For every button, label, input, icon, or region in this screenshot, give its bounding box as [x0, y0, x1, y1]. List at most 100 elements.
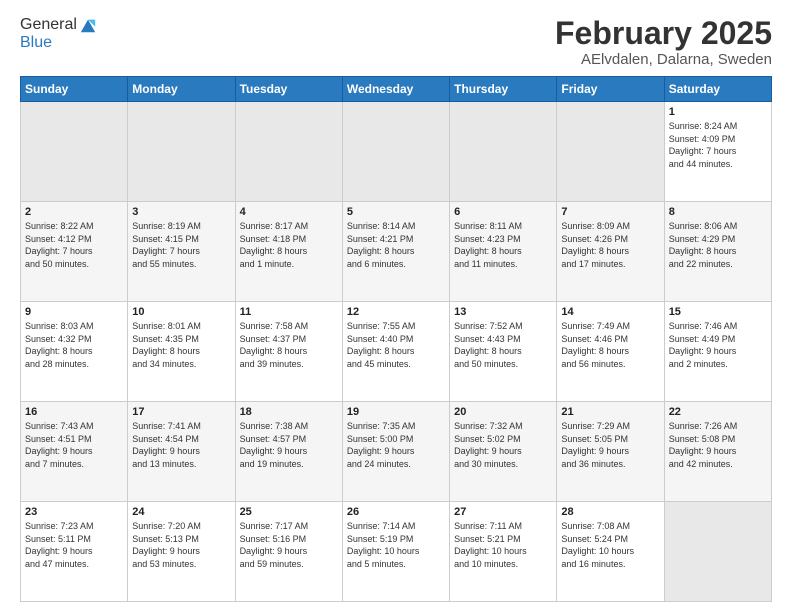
table-row: 28Sunrise: 7:08 AMSunset: 5:24 PMDayligh…	[557, 502, 664, 602]
header-wednesday: Wednesday	[342, 77, 449, 102]
day-info: Sunrise: 7:46 AMSunset: 4:49 PMDaylight:…	[669, 320, 767, 370]
day-number: 20	[454, 406, 552, 418]
day-number: 18	[240, 406, 338, 418]
day-info: Sunrise: 7:08 AMSunset: 5:24 PMDaylight:…	[561, 520, 659, 570]
table-row: 22 Sunrise: 7:26 AMSunset: 5:08 PMDayligh…	[664, 402, 771, 502]
day-number: 1	[669, 106, 767, 118]
day-number: 16	[25, 406, 123, 418]
day-number: 27	[454, 506, 552, 518]
table-row: 23Sunrise: 7:23 AMSunset: 5:11 PMDayligh…	[21, 502, 128, 602]
table-row	[235, 102, 342, 202]
day-number: 26	[347, 506, 445, 518]
title-block: February 2025 AElvdalen, Dalarna, Sweden	[555, 16, 772, 68]
day-info: Sunrise: 8:17 AMSunset: 4:18 PMDaylight:…	[240, 220, 338, 270]
calendar-table: Sunday Monday Tuesday Wednesday Thursday…	[20, 76, 772, 602]
day-info: Sunrise: 7:26 AMSunset: 5:08 PMDaylight:…	[669, 420, 767, 470]
day-number: 15	[669, 306, 767, 318]
table-row: 14 Sunrise: 7:49 AMSunset: 4:46 PMDayligh…	[557, 302, 664, 402]
day-info: Sunrise: 7:14 AMSunset: 5:19 PMDaylight:…	[347, 520, 445, 570]
logo-blue-text: Blue	[20, 34, 97, 52]
table-row: 7Sunrise: 8:09 AMSunset: 4:26 PMDaylight…	[557, 202, 664, 302]
table-row	[557, 102, 664, 202]
day-number: 11	[240, 306, 338, 318]
calendar-header-row: Sunday Monday Tuesday Wednesday Thursday…	[21, 77, 772, 102]
day-info: Sunrise: 8:11 AMSunset: 4:23 PMDaylight:…	[454, 220, 552, 270]
table-row: 24 Sunrise: 7:20 AMSunset: 5:13 PMDayligh…	[128, 502, 235, 602]
table-row: 5 Sunrise: 8:14 AMSunset: 4:21 PMDaylight…	[342, 202, 449, 302]
logo-icon	[79, 16, 97, 34]
day-info: Sunrise: 7:49 AMSunset: 4:46 PMDaylight:…	[561, 320, 659, 370]
day-number: 14	[561, 306, 659, 318]
table-row	[21, 102, 128, 202]
day-info: Sunrise: 8:01 AMSunset: 4:35 PMDaylight:…	[132, 320, 230, 370]
table-row	[664, 502, 771, 602]
day-number: 17	[132, 406, 230, 418]
day-number: 8	[669, 206, 767, 218]
table-row: 6 Sunrise: 8:11 AMSunset: 4:23 PMDaylight…	[450, 202, 557, 302]
header-sunday: Sunday	[21, 77, 128, 102]
table-row: 17 Sunrise: 7:41 AMSunset: 4:54 PMDayligh…	[128, 402, 235, 502]
day-info: Sunrise: 7:29 AMSunset: 5:05 PMDaylight:…	[561, 420, 659, 470]
day-info: Sunrise: 7:41 AMSunset: 4:54 PMDaylight:…	[132, 420, 230, 470]
table-row: 11 Sunrise: 7:58 AMSunset: 4:37 PMDayligh…	[235, 302, 342, 402]
day-info: Sunrise: 7:32 AMSunset: 5:02 PMDaylight:…	[454, 420, 552, 470]
table-row: 8Sunrise: 8:06 AMSunset: 4:29 PMDaylight…	[664, 202, 771, 302]
table-row: 19 Sunrise: 7:35 AMSunset: 5:00 PMDayligh…	[342, 402, 449, 502]
table-row: 12Sunrise: 7:55 AMSunset: 4:40 PMDayligh…	[342, 302, 449, 402]
header-monday: Monday	[128, 77, 235, 102]
header-saturday: Saturday	[664, 77, 771, 102]
day-info: Sunrise: 7:20 AMSunset: 5:13 PMDaylight:…	[132, 520, 230, 570]
day-number: 10	[132, 306, 230, 318]
calendar-subtitle: AElvdalen, Dalarna, Sweden	[555, 51, 772, 68]
table-row: 15 Sunrise: 7:46 AMSunset: 4:49 PMDayligh…	[664, 302, 771, 402]
day-info: Sunrise: 7:35 AMSunset: 5:00 PMDaylight:…	[347, 420, 445, 470]
table-row: 1 Sunrise: 8:24 AMSunset: 4:09 PMDaylight…	[664, 102, 771, 202]
logo-general-text: General	[20, 16, 77, 34]
day-info: Sunrise: 7:43 AMSunset: 4:51 PMDaylight:…	[25, 420, 123, 470]
table-row: 3Sunrise: 8:19 AMSunset: 4:15 PMDaylight…	[128, 202, 235, 302]
day-number: 5	[347, 206, 445, 218]
header: General Blue February 2025 AElvdalen, Da…	[20, 16, 772, 68]
table-row: 26 Sunrise: 7:14 AMSunset: 5:19 PMDayligh…	[342, 502, 449, 602]
day-number: 6	[454, 206, 552, 218]
calendar-title: February 2025	[555, 16, 772, 51]
logo: General Blue	[20, 16, 97, 52]
table-row	[128, 102, 235, 202]
table-row	[342, 102, 449, 202]
day-number: 19	[347, 406, 445, 418]
day-info: Sunrise: 8:14 AMSunset: 4:21 PMDaylight:…	[347, 220, 445, 270]
header-friday: Friday	[557, 77, 664, 102]
table-row: 20 Sunrise: 7:32 AMSunset: 5:02 PMDayligh…	[450, 402, 557, 502]
day-number: 9	[25, 306, 123, 318]
table-row: 13 Sunrise: 7:52 AMSunset: 4:43 PMDayligh…	[450, 302, 557, 402]
day-info: Sunrise: 8:22 AMSunset: 4:12 PMDaylight:…	[25, 220, 123, 270]
day-info: Sunrise: 8:09 AMSunset: 4:26 PMDaylight:…	[561, 220, 659, 270]
day-info: Sunrise: 7:11 AMSunset: 5:21 PMDaylight:…	[454, 520, 552, 570]
day-info: Sunrise: 7:58 AMSunset: 4:37 PMDaylight:…	[240, 320, 338, 370]
day-number: 13	[454, 306, 552, 318]
header-tuesday: Tuesday	[235, 77, 342, 102]
table-row: 25 Sunrise: 7:17 AMSunset: 5:16 PMDayligh…	[235, 502, 342, 602]
table-row	[450, 102, 557, 202]
day-number: 2	[25, 206, 123, 218]
table-row: 18Sunrise: 7:38 AMSunset: 4:57 PMDayligh…	[235, 402, 342, 502]
day-number: 25	[240, 506, 338, 518]
table-row: 21 Sunrise: 7:29 AMSunset: 5:05 PMDayligh…	[557, 402, 664, 502]
calendar-body: 1 Sunrise: 8:24 AMSunset: 4:09 PMDaylight…	[21, 102, 772, 602]
day-number: 23	[25, 506, 123, 518]
day-info: Sunrise: 7:17 AMSunset: 5:16 PMDaylight:…	[240, 520, 338, 570]
table-row: 2 Sunrise: 8:22 AMSunset: 4:12 PMDaylight…	[21, 202, 128, 302]
header-thursday: Thursday	[450, 77, 557, 102]
day-number: 21	[561, 406, 659, 418]
day-info: Sunrise: 8:03 AMSunset: 4:32 PMDaylight:…	[25, 320, 123, 370]
table-row: 16 Sunrise: 7:43 AMSunset: 4:51 PMDayligh…	[21, 402, 128, 502]
table-row: 27 Sunrise: 7:11 AMSunset: 5:21 PMDayligh…	[450, 502, 557, 602]
day-number: 4	[240, 206, 338, 218]
day-info: Sunrise: 8:24 AMSunset: 4:09 PMDaylight:…	[669, 120, 767, 170]
day-number: 24	[132, 506, 230, 518]
table-row: 10 Sunrise: 8:01 AMSunset: 4:35 PMDayligh…	[128, 302, 235, 402]
day-info: Sunrise: 8:19 AMSunset: 4:15 PMDaylight:…	[132, 220, 230, 270]
day-info: Sunrise: 7:52 AMSunset: 4:43 PMDaylight:…	[454, 320, 552, 370]
day-number: 22	[669, 406, 767, 418]
day-info: Sunrise: 7:55 AMSunset: 4:40 PMDaylight:…	[347, 320, 445, 370]
